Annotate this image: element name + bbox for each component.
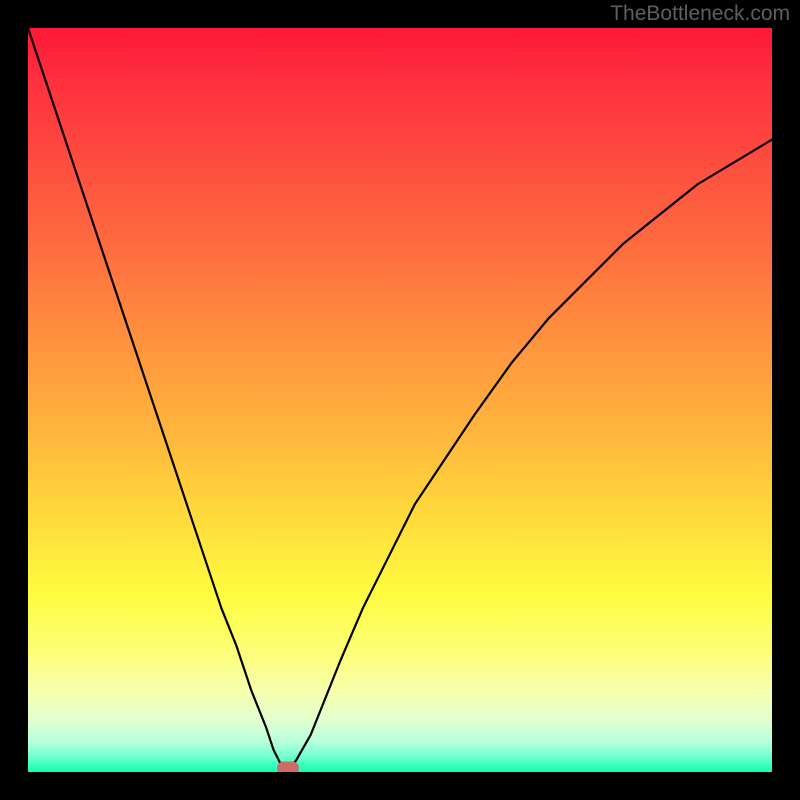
- curve-path: [28, 28, 772, 768]
- watermark-text: TheBottleneck.com: [610, 2, 790, 26]
- chart-frame: TheBottleneck.com: [0, 0, 800, 800]
- bottleneck-curve: [28, 28, 772, 772]
- plot-area: [28, 28, 772, 772]
- optimum-marker: [277, 762, 299, 772]
